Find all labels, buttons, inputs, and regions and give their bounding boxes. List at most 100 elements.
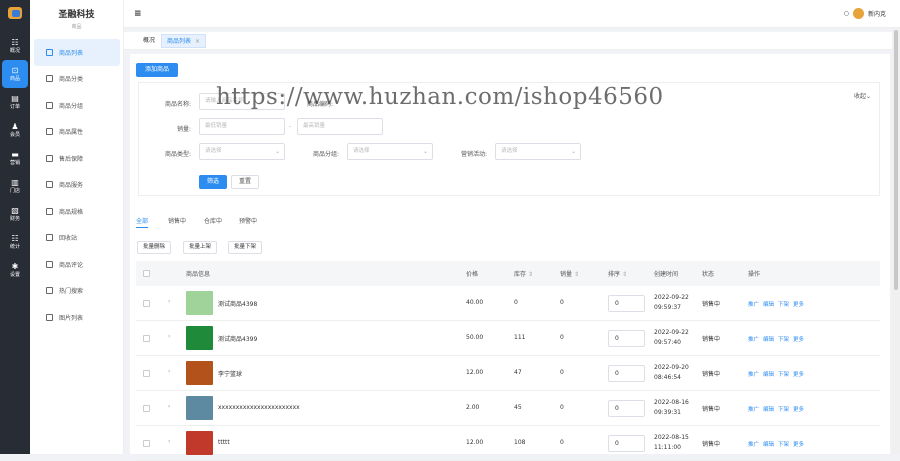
edit-link[interactable]: 编辑 [763,337,774,343]
promote-link[interactable]: 推广 [748,337,759,343]
sort-input[interactable]: 0 [608,365,645,382]
rail-item[interactable]: ▬ 营销 [0,144,30,172]
status-text: 销售中 [702,406,721,413]
rail-label: 统计 [9,244,20,250]
unlist-link[interactable]: 下架 [778,442,789,448]
table-row: › 测试商品4399 50.00 111 0 0 2022-09-22 09:5… [136,321,880,356]
unlist-link[interactable]: 下架 [778,372,789,378]
overview-icon: ☷ [11,38,19,47]
batch-action-button[interactable]: 批量上架 [183,241,218,254]
expand-icon[interactable]: › [168,298,170,305]
type-select[interactable]: 请选择 ⌄ [199,143,285,160]
menu-toggle-icon[interactable]: ≡ [134,9,142,19]
edit-link[interactable]: 编辑 [763,442,774,448]
edit-link[interactable]: 编辑 [763,407,774,413]
menu-item-icon [46,287,53,295]
sales-max-input[interactable]: 最高销量 [297,118,383,135]
sort-input[interactable]: 0 [608,295,645,312]
promote-link[interactable]: 推广 [748,407,759,413]
product-thumbnail [186,431,213,455]
reset-button[interactable]: 重置 [231,175,259,189]
product-name[interactable]: 李宁篮球 [218,369,242,378]
batch-action-button[interactable]: 批量删除 [137,241,172,254]
rail-item[interactable]: ✱ 设置 [0,256,30,284]
promote-link[interactable]: 推广 [748,372,759,378]
sort-input[interactable]: 0 [608,435,645,452]
product-name[interactable]: ttttt [218,439,230,446]
sales-min-input[interactable]: 最低销量 [199,118,285,135]
avatar[interactable] [852,8,864,19]
group-select[interactable]: 请选择 ⌄ [347,143,433,160]
status-tab[interactable]: 全部 [136,216,148,225]
row-checkbox[interactable] [143,335,150,342]
promote-link[interactable]: 推广 [748,302,759,308]
notification-icon[interactable]: ○ [844,10,849,17]
rail-item[interactable]: ▧ 财务 [0,200,30,228]
row-checkbox[interactable] [143,370,150,377]
more-link[interactable]: 更多 [793,442,804,448]
unlist-link[interactable]: 下架 [778,407,789,413]
add-goods-button[interactable]: 添加商品 [136,63,178,77]
sidebar-item[interactable]: 商品列表 [34,39,120,66]
sidebar-item[interactable]: 回收站 [30,225,123,252]
product-name[interactable]: 测试商品4399 [218,334,257,343]
unlist-link[interactable]: 下架 [778,337,789,343]
expand-icon[interactable]: › [168,333,170,340]
sidebar-item[interactable]: 商品评论 [30,251,123,278]
rail-item[interactable]: ▤ 订单 [0,88,30,116]
expand-icon[interactable]: › [168,438,170,445]
status-tab[interactable]: 销售中 [168,216,186,225]
more-link[interactable]: 更多 [793,302,804,308]
sort-input[interactable]: 0 [608,400,645,417]
rail-item[interactable]: ☷ 概况 [0,32,30,60]
tab-overview[interactable]: 概况 [138,34,160,48]
more-link[interactable]: 更多 [793,407,804,413]
close-icon[interactable]: × [195,38,200,45]
collapse-toggle[interactable]: 收起⌄ [854,91,871,100]
sidebar-item[interactable]: 商品分组 [30,92,123,119]
rail-item[interactable]: ⊡ 商品 [2,60,28,88]
sidebar-item[interactable]: 商品分类 [30,66,123,93]
col-sales[interactable]: 销量 ⇕ [560,269,579,278]
product-name[interactable]: 测试商品4398 [218,299,257,308]
row-checkbox[interactable] [143,300,150,307]
unlist-link[interactable]: 下架 [778,302,789,308]
rail-item[interactable]: ♟ 会员 [0,116,30,144]
activity-select[interactable]: 请选择 ⌄ [495,143,581,160]
sidebar-item[interactable]: 商品服务 [30,172,123,199]
edit-link[interactable]: 编辑 [763,372,774,378]
col-label: 库存 [514,271,527,278]
rail-label: 订单 [9,104,20,110]
row-checkbox[interactable] [143,440,150,447]
batch-action-button[interactable]: 批量下架 [228,241,263,254]
scrollbar-thumb[interactable] [894,30,898,290]
product-name[interactable]: xxxxxxxxxxxxxxxxxxxxxxx [218,404,300,411]
expand-icon[interactable]: › [168,403,170,410]
search-button[interactable]: 筛选 [199,175,227,189]
rail-item[interactable]: ☷ 统计 [0,228,30,256]
sidebar: 圣融科技 商品 商品列表 商品分类 商品分组 商品属性 售后保障 商品服务 商品规格 回收站商… [30,0,124,454]
sidebar-item[interactable]: 售后保障 [30,145,123,172]
sidebar-item[interactable]: 商品规格 [30,198,123,225]
user-name[interactable]: 新内克 [868,9,886,18]
status-tab[interactable]: 预警中 [239,216,257,225]
status-tab[interactable]: 仓库中 [204,216,222,225]
row-actions: 推广 编辑 下架 更多 [748,300,808,308]
tab-goods-list[interactable]: 商品列表 × [161,34,207,48]
menu-item-icon [46,181,53,189]
sidebar-item[interactable]: 图片列表 [30,304,123,331]
more-link[interactable]: 更多 [793,337,804,343]
expand-icon[interactable]: › [168,368,170,375]
promote-link[interactable]: 推广 [748,442,759,448]
col-stock[interactable]: 库存 ⇕ [514,269,533,278]
col-sort[interactable]: 排序 ⇕ [608,269,627,278]
edit-link[interactable]: 编辑 [763,302,774,308]
row-checkbox[interactable] [143,405,150,412]
sidebar-item[interactable]: 热门搜索 [30,278,123,305]
select-all-checkbox[interactable] [143,270,150,277]
rail-item[interactable]: ▥ 门店 [0,172,30,200]
more-link[interactable]: 更多 [793,372,804,378]
sidebar-item[interactable]: 商品属性 [30,119,123,146]
page-scrollbar[interactable] [892,28,900,454]
sort-input[interactable]: 0 [608,330,645,347]
